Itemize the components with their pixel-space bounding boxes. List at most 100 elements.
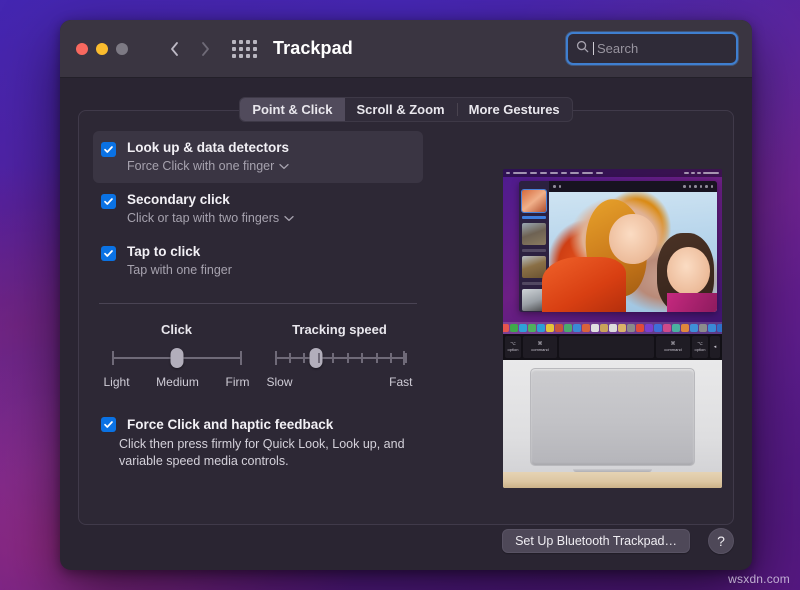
settings-column: Look up & data detectors Force Click wit… bbox=[93, 131, 423, 470]
force-click-title: Force Click and haptic feedback bbox=[127, 415, 333, 434]
dock-icon bbox=[510, 324, 518, 332]
show-all-grid-icon[interactable] bbox=[232, 40, 257, 58]
dock-icon bbox=[717, 324, 723, 332]
option-subtitle-row: Tap with one finger bbox=[127, 261, 232, 279]
dock-icon bbox=[636, 324, 644, 332]
slider-thumb-tracking-speed[interactable] bbox=[310, 348, 323, 368]
search-input[interactable] bbox=[597, 41, 728, 56]
slider-tick bbox=[390, 353, 392, 363]
dock-icon bbox=[699, 324, 707, 332]
chevron-down-icon[interactable] bbox=[284, 209, 294, 227]
slider-group-click: Click Light Medium Firm bbox=[95, 322, 258, 389]
key-option-right: ⌥ option bbox=[692, 336, 708, 358]
option-row-force-click[interactable]: Force Click and haptic feedback bbox=[93, 415, 423, 434]
dock-icon bbox=[564, 324, 572, 332]
tab-group: Point & Click Scroll & Zoom More Gesture… bbox=[239, 97, 572, 122]
dock-icon bbox=[555, 324, 563, 332]
minimize-button-icon[interactable] bbox=[96, 43, 108, 55]
thumbnail-item bbox=[522, 190, 546, 212]
option-subtitle-row[interactable]: Force Click with one finger bbox=[127, 157, 289, 175]
close-button-icon[interactable] bbox=[76, 43, 88, 55]
text-caret bbox=[593, 42, 594, 55]
forward-button[interactable] bbox=[192, 36, 218, 62]
slider-tick bbox=[289, 353, 291, 363]
dock-icon bbox=[663, 324, 671, 332]
illustration-dock bbox=[503, 322, 722, 334]
thumbnail-caption bbox=[522, 249, 546, 252]
option-row-tap-to-click[interactable]: Tap to click Tap with one finger bbox=[93, 235, 423, 287]
key-space bbox=[559, 336, 654, 358]
slider-tick bbox=[303, 353, 305, 363]
thumbnail-item bbox=[522, 223, 546, 245]
key-command-right: ⌘ command bbox=[656, 336, 690, 358]
illustration-keyboard-row: ⌥ option ⌘ command ⌘ command ⌥ option ◂ bbox=[503, 334, 722, 360]
option-title: Tap to click bbox=[127, 242, 232, 261]
slider-tracking-speed[interactable] bbox=[275, 348, 405, 368]
slider-label-slow: Slow bbox=[267, 375, 293, 389]
dock-icon bbox=[582, 324, 590, 332]
page-title: Trackpad bbox=[273, 38, 353, 59]
help-button[interactable]: ? bbox=[708, 528, 734, 554]
illustration-desk-surface bbox=[503, 472, 722, 488]
option-title: Secondary click bbox=[127, 190, 294, 209]
navigation-arrows bbox=[162, 36, 218, 62]
slider-label-medium: Medium bbox=[156, 375, 199, 389]
illustration-menubar bbox=[503, 169, 722, 177]
slider-tick bbox=[275, 353, 277, 363]
slider-click[interactable] bbox=[112, 348, 242, 368]
tab-scroll-and-zoom[interactable]: Scroll & Zoom bbox=[345, 98, 457, 121]
key-command-left: ⌘ command bbox=[523, 336, 557, 358]
slider-click-labels: Light Medium Firm bbox=[104, 375, 250, 389]
illustration-preview-window bbox=[519, 181, 717, 312]
setup-bluetooth-trackpad-button[interactable]: Set Up Bluetooth Trackpad… bbox=[502, 529, 690, 553]
slider-label-tracking-speed: Tracking speed bbox=[292, 322, 387, 337]
illustration-trackpad bbox=[530, 368, 695, 466]
traffic-lights bbox=[76, 43, 128, 55]
thumbnail-caption bbox=[522, 216, 546, 219]
dock-icon bbox=[609, 324, 617, 332]
tab-more-gestures[interactable]: More Gestures bbox=[457, 98, 572, 121]
slider-tick bbox=[332, 353, 334, 363]
dock-icon bbox=[537, 324, 545, 332]
slider-end-tick-left bbox=[112, 351, 114, 365]
key-option-left: ⌥ option bbox=[505, 336, 521, 358]
tab-point-and-click[interactable]: Point & Click bbox=[240, 98, 344, 121]
dock-icon bbox=[708, 324, 716, 332]
option-row-secondary-click[interactable]: Secondary click Click or tap with two fi… bbox=[93, 183, 423, 235]
section-divider bbox=[99, 303, 417, 304]
checkbox-force-click[interactable] bbox=[101, 417, 116, 432]
option-title: Look up & data detectors bbox=[127, 138, 289, 157]
slider-thumb-click[interactable] bbox=[170, 348, 183, 368]
checkbox-secondary-click[interactable] bbox=[101, 194, 116, 209]
dock-icon bbox=[600, 324, 608, 332]
dock-icon bbox=[546, 324, 554, 332]
maximize-button-icon[interactable] bbox=[116, 43, 128, 55]
slider-section: Click Light Medium Firm Tracking speed bbox=[93, 322, 423, 389]
dock-icon bbox=[591, 324, 599, 332]
key-arrow: ◂ bbox=[710, 336, 720, 358]
search-field[interactable] bbox=[566, 32, 738, 65]
macbook-screen bbox=[503, 169, 722, 334]
illustration-macbook-base bbox=[503, 360, 722, 488]
option-row-look-up[interactable]: Look up & data detectors Force Click wit… bbox=[93, 131, 423, 183]
dock-icon bbox=[645, 324, 653, 332]
checkbox-tap-to-click[interactable] bbox=[101, 246, 116, 261]
window-footer: Set Up Bluetooth Trackpad… ? bbox=[60, 525, 752, 570]
window-titlebar: Trackpad bbox=[60, 20, 752, 78]
slider-tick bbox=[376, 353, 378, 363]
dock-icon bbox=[519, 324, 527, 332]
option-subtitle-row[interactable]: Click or tap with two fingers bbox=[127, 209, 294, 227]
dock-icon bbox=[654, 324, 662, 332]
dock-icon bbox=[681, 324, 689, 332]
slider-label-click: Click bbox=[161, 322, 192, 337]
tab-bar: Point & Click Scroll & Zoom More Gesture… bbox=[60, 97, 752, 122]
dock-icon bbox=[618, 324, 626, 332]
back-button[interactable] bbox=[162, 36, 188, 62]
chevron-down-icon[interactable] bbox=[279, 157, 289, 175]
dock-icon bbox=[672, 324, 680, 332]
checkbox-look-up[interactable] bbox=[101, 142, 116, 157]
illustration-preview-main bbox=[549, 181, 717, 312]
slider-tick bbox=[405, 353, 407, 363]
option-subtitle: Click or tap with two fingers bbox=[127, 209, 279, 227]
option-text-secondary-click: Secondary click Click or tap with two fi… bbox=[127, 190, 294, 227]
